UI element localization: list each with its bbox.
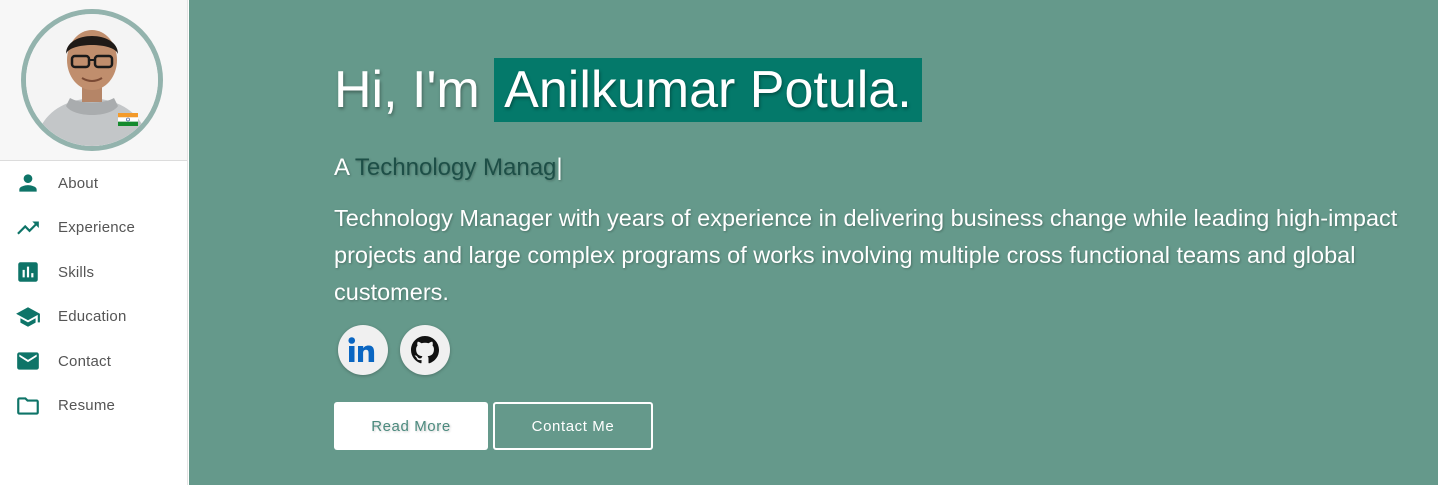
- github-icon: [411, 336, 439, 364]
- sidebar-item-skills[interactable]: Skills: [0, 250, 187, 295]
- hero-name: Anilkumar Potula.: [494, 58, 922, 122]
- person-icon: [14, 171, 42, 195]
- sidebar-item-label: Skills: [58, 263, 95, 281]
- profile-header: [0, 0, 187, 161]
- greeting-prefix: Hi, I'm: [334, 61, 480, 119]
- trending-up-icon: [14, 216, 42, 240]
- sidebar-item-resume[interactable]: Resume: [0, 384, 187, 429]
- hero-description: Technology Manager with years of experie…: [334, 205, 1398, 305]
- tagline-typed-text: Technology Manag: [354, 154, 557, 181]
- sidebar: About Experience Skills Education Contac…: [0, 0, 188, 485]
- github-link[interactable]: [400, 325, 450, 375]
- sidebar-item-label: Education: [58, 308, 127, 326]
- avatar-photo: [26, 14, 158, 146]
- sidebar-item-label: Experience: [58, 219, 136, 237]
- sidebar-item-label: Resume: [58, 397, 116, 415]
- sidebar-item-about[interactable]: About: [0, 161, 187, 206]
- sidebar-item-label: Contact: [58, 352, 112, 370]
- tagline-prefix: A: [334, 154, 349, 181]
- read-more-button[interactable]: Read More: [334, 402, 488, 450]
- sidebar-item-label: About: [58, 174, 99, 192]
- hero-section: Hi, I'm Anilkumar Potula. A Technology M…: [189, 0, 1438, 485]
- contact-me-button[interactable]: Contact Me: [493, 402, 653, 450]
- india-flag-icon: [118, 113, 138, 126]
- linkedin-link[interactable]: [338, 325, 388, 375]
- mail-icon: [14, 349, 42, 373]
- sidebar-item-experience[interactable]: Experience: [0, 206, 187, 251]
- sidebar-item-contact[interactable]: Contact: [0, 339, 187, 384]
- avatar: [21, 9, 163, 151]
- sidebar-item-education[interactable]: Education: [0, 295, 187, 340]
- graduation-cap-icon: [14, 305, 42, 329]
- typing-cursor: |: [556, 154, 563, 181]
- bar-chart-icon: [14, 260, 42, 284]
- hero-heading: Hi, I'm Anilkumar Potula.: [334, 58, 922, 122]
- linkedin-icon: [348, 337, 375, 362]
- sidebar-nav: About Experience Skills Education Contac…: [0, 161, 187, 428]
- folder-icon: [14, 394, 42, 418]
- hero-tagline: A Technology Manag|: [334, 154, 563, 182]
